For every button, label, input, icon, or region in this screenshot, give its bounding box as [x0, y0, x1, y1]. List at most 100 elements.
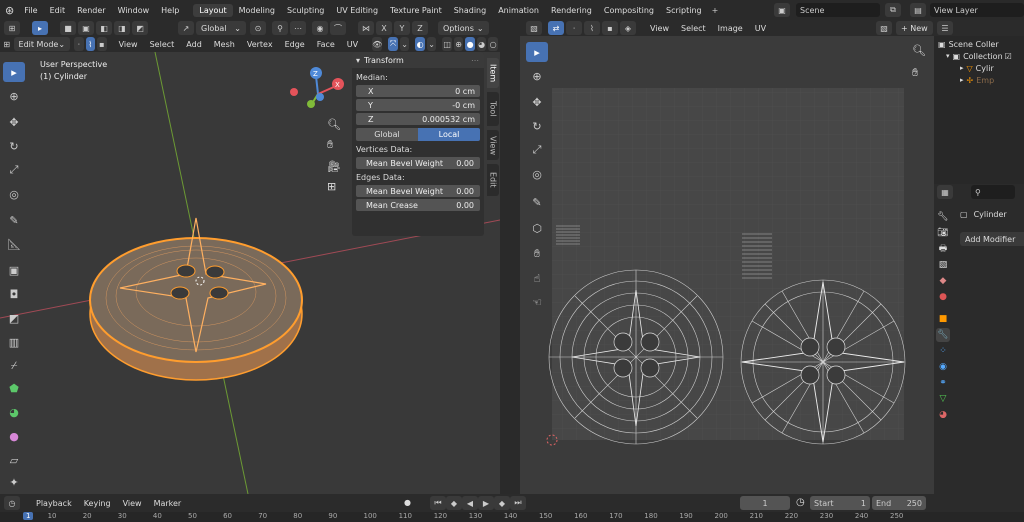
collection-checkbox-icon[interactable]: ☑ — [1005, 52, 1012, 61]
end-frame-field[interactable]: End 250 — [872, 496, 926, 510]
view-layer-icon[interactable]: ▤ — [910, 3, 926, 17]
shading-solid-icon[interactable]: ● — [465, 37, 475, 51]
axis-y-toggle[interactable]: Y — [394, 21, 410, 35]
proportional-icon[interactable]: ◉ — [312, 21, 328, 35]
timeline-menu-marker[interactable]: Marker — [148, 499, 188, 508]
navigation-gizmo[interactable]: Z X — [286, 64, 346, 124]
uv-edge-select-icon[interactable]: ⌇ — [584, 21, 600, 35]
viewport-menu-view[interactable]: View — [113, 40, 144, 49]
sidebar-tab-tool[interactable]: Tool — [487, 92, 499, 126]
outliner-row[interactable]: ▸ ▽ Cylir — [938, 62, 1024, 74]
area-divider[interactable] — [500, 20, 520, 494]
select-box-new-icon[interactable]: ■ — [60, 21, 76, 35]
extrude-tool-icon[interactable]: ▣ — [3, 260, 25, 280]
play-reverse-icon[interactable]: ◀ — [462, 496, 478, 510]
select-box-extend-icon[interactable]: ▣ — [78, 21, 94, 35]
tab-animation[interactable]: Animation — [492, 4, 545, 17]
outliner[interactable]: ☰ ▣ Scene Coller ▾ ▣ Collection ☑ ▸ ▽ Cylir ▸ ✢ Emp — [934, 20, 1024, 184]
outliner-editor-icon[interactable]: ☰ — [937, 21, 953, 35]
view-layer-field[interactable]: View Layer — [930, 3, 1024, 17]
tab-texture-paint[interactable]: Texture Paint — [384, 4, 448, 17]
shading-render-icon[interactable]: ○ — [488, 37, 498, 51]
add-workspace-button[interactable]: + — [712, 6, 719, 15]
viewport-menu-edge[interactable]: Edge — [279, 40, 311, 49]
move-tool-icon[interactable]: ✥ — [3, 112, 25, 132]
camera-view-icon[interactable]: 🎥︎ — [327, 160, 341, 173]
uv-menu-view[interactable]: View — [644, 24, 675, 33]
menu-file[interactable]: File — [18, 6, 43, 15]
tab-uv-editing[interactable]: UV Editing — [330, 4, 384, 17]
outliner-row[interactable]: ▾ ▣ Collection ☑ — [938, 50, 1024, 62]
expand-arrow-icon[interactable]: ▸ — [960, 76, 964, 84]
uv-relax-tool-icon[interactable]: ☝︎ — [526, 268, 548, 288]
scene-browse-icon[interactable]: ⧉ — [885, 3, 901, 17]
uv-editor[interactable]: ▧ ⇄ ⋅ ⌇ ▪ ◈ ViewSelectImageUV ▧ + New — [520, 20, 934, 494]
properties-editor[interactable]: ▦ ⚲ 🔧︎ 📷︎ 🖶︎ ▧ ◆ ● ■ 🔧︎ ⁘ ◉ ⚭ ▽ ◕ ▢ Cyli… — [934, 184, 1024, 494]
data-tab-icon[interactable]: ▽ — [936, 392, 950, 406]
sidebar-tab-view[interactable]: View — [487, 130, 499, 160]
menu-help[interactable]: Help — [155, 6, 185, 15]
vertex-select-icon[interactable]: ⋅ — [74, 37, 84, 51]
scale-tool-icon[interactable]: ⤢ — [3, 160, 25, 180]
uv-sync-icon[interactable]: ⇄ — [548, 21, 564, 35]
view-layer-tab-icon[interactable]: ▧ — [936, 258, 950, 272]
physics-tab-icon[interactable]: ◉ — [936, 360, 950, 374]
uv-grab-tool-icon[interactable]: ✋︎ — [526, 244, 548, 264]
timeline-ruler[interactable]: 1 10 20 30 40 50 60 70 80 90 100 110 120 130 140 150 160… — [0, 512, 1024, 522]
jump-start-icon[interactable]: ⏮ — [430, 496, 446, 510]
uv-canvas[interactable] — [520, 36, 934, 494]
loop-cut-tool-icon[interactable]: ▥ — [3, 332, 25, 352]
scene-tab-icon[interactable]: ◆ — [936, 274, 950, 288]
tab-layout[interactable]: Layout — [193, 3, 233, 17]
snap-target-icon[interactable]: ⋯ — [290, 21, 306, 35]
uv-rotate-tool-icon[interactable]: ↻ — [526, 116, 548, 136]
gizmo-toggle-icon[interactable]: ⤧ — [388, 37, 398, 51]
menu-edit[interactable]: Edit — [44, 6, 72, 15]
uv-menu-uv[interactable]: UV — [749, 24, 772, 33]
timeline-menu-playback[interactable]: Playback — [30, 499, 78, 508]
uv-pinch-tool-icon[interactable]: ☜︎ — [526, 292, 548, 312]
pivot-icon[interactable]: ⊙ — [250, 21, 266, 35]
median-field[interactable]: Z 0.000532 cm — [356, 113, 480, 125]
rip-tool-icon[interactable]: ✦ — [3, 472, 25, 492]
outliner-row[interactable]: ▣ Scene Coller — [938, 38, 1024, 50]
particles-tab-icon[interactable]: ⁘ — [936, 344, 950, 358]
select-box-invert-icon[interactable]: ◨ — [114, 21, 130, 35]
annotate-tool-icon[interactable]: ✎ — [3, 210, 25, 230]
options-dropdown[interactable]: Options ⌄ — [438, 21, 489, 35]
output-tab-icon[interactable]: 🖶︎ — [936, 242, 950, 256]
transform-tool-icon[interactable]: ◎ — [3, 184, 25, 204]
scene-name-field[interactable]: Scene — [796, 3, 880, 17]
constraints-tab-icon[interactable]: ⚭ — [936, 376, 950, 390]
shear-tool-icon[interactable]: ▱ — [3, 450, 25, 470]
view-object-types-icon[interactable]: 👁 — [372, 37, 383, 51]
edge-field[interactable]: Mean Crease 0.00 — [356, 199, 480, 211]
global-button[interactable]: Global — [356, 128, 418, 141]
select-box-subtract-icon[interactable]: ◧ — [96, 21, 112, 35]
uv-cursor-tool-icon[interactable]: ⊕ — [526, 66, 548, 86]
proportional-falloff-icon[interactable]: ⌒ — [330, 21, 346, 35]
viewport-menu-uv[interactable]: UV — [341, 40, 364, 49]
xray-icon[interactable]: ◫ — [442, 37, 452, 51]
vertex-field[interactable]: Mean Bevel Weight 0.00 — [356, 157, 480, 169]
outliner-row[interactable]: ▸ ✢ Emp — [938, 74, 1024, 86]
uv-scale-tool-icon[interactable]: ⤢ — [526, 140, 548, 160]
uv-sculpt-tool-icon[interactable]: ⬡ — [526, 218, 548, 238]
face-select-icon[interactable]: ▪ — [97, 37, 107, 51]
ortho-grid-icon[interactable]: ⊞ — [327, 180, 336, 193]
median-field[interactable]: X 0 cm — [356, 85, 480, 97]
uv-island-icon[interactable]: ◈ — [620, 21, 636, 35]
viewport-3d[interactable]: ⊞ ▸ ■ ▣ ◧ ◨ ◩ ↗ Global ⌄ ⊙ ⚲ ⋯ ◉ ⌒ ⋈ X Y … — [0, 20, 500, 494]
uv-face-select-icon[interactable]: ▪ — [602, 21, 618, 35]
overlay-dropdown-icon[interactable]: ⌄ — [426, 37, 437, 51]
select-tool-icon[interactable]: ▸ — [3, 62, 25, 82]
zoom-icon[interactable]: 🔍︎ — [327, 118, 341, 131]
select-box-intersect-icon[interactable]: ◩ — [132, 21, 148, 35]
expand-arrow-icon[interactable]: ▸ — [960, 64, 964, 72]
render-tab-icon[interactable]: 📷︎ — [936, 226, 950, 240]
smooth-tool-icon[interactable]: ● — [3, 426, 25, 446]
tab-rendering[interactable]: Rendering — [545, 4, 598, 17]
axis-z-toggle[interactable]: Z — [412, 21, 428, 35]
viewport-menu-select[interactable]: Select — [144, 40, 181, 49]
timeline-menu-view[interactable]: View — [117, 499, 148, 508]
